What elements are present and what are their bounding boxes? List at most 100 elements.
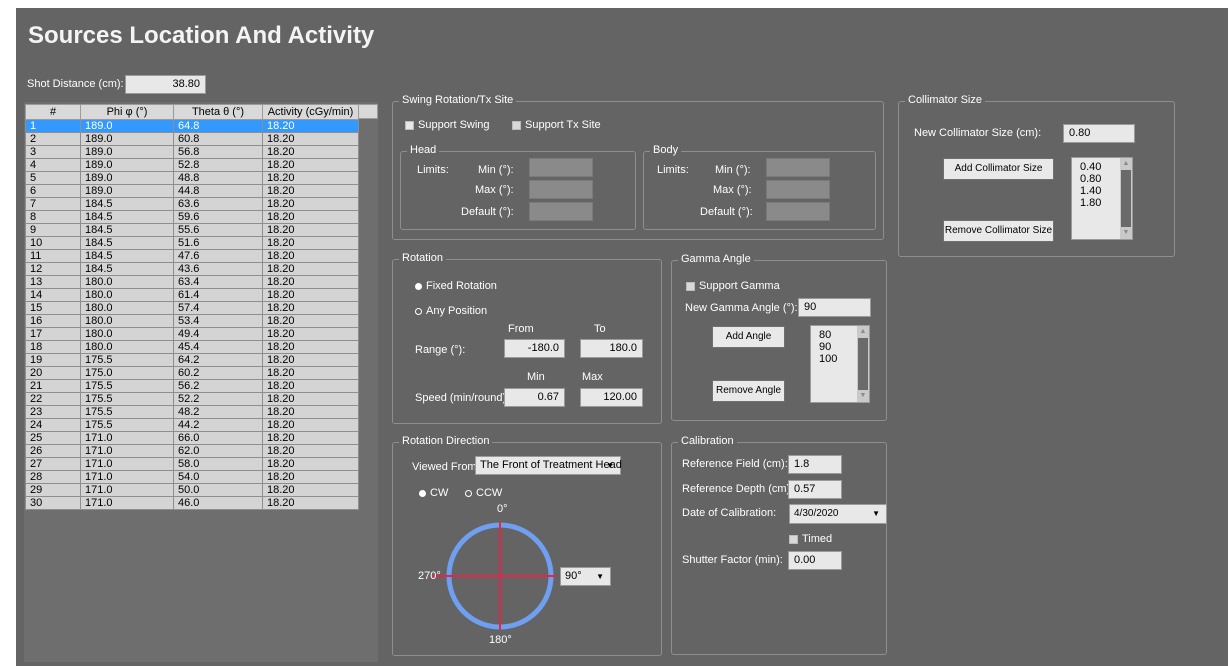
collimator-size-list[interactable]: 0.40 0.80 1.40 1.80 ▲ ▼ bbox=[1071, 157, 1133, 240]
cell-index[interactable]: 15 bbox=[25, 301, 81, 315]
table-row[interactable]: 22 175.5 52.2 18.20 bbox=[25, 392, 359, 406]
cell-theta[interactable]: 50.0 bbox=[173, 483, 263, 497]
cell-index[interactable]: 28 bbox=[25, 470, 81, 484]
cell-activity[interactable]: 18.20 bbox=[262, 379, 359, 393]
cell-activity[interactable]: 18.20 bbox=[262, 496, 359, 510]
cell-phi[interactable]: 175.5 bbox=[80, 392, 174, 406]
cell-index[interactable]: 21 bbox=[25, 379, 81, 393]
cell-theta[interactable]: 58.0 bbox=[173, 457, 263, 471]
scroll-down-icon[interactable]: ▼ bbox=[857, 390, 869, 402]
cell-phi[interactable]: 189.0 bbox=[80, 171, 174, 185]
cell-theta[interactable]: 51.6 bbox=[173, 236, 263, 250]
table-row[interactable]: 30 171.0 46.0 18.20 bbox=[25, 496, 359, 510]
cell-theta[interactable]: 52.8 bbox=[173, 158, 263, 172]
cell-index[interactable]: 1 bbox=[25, 119, 81, 133]
cell-theta[interactable]: 44.2 bbox=[173, 418, 263, 432]
table-row[interactable]: 10 184.5 51.6 18.20 bbox=[25, 236, 359, 250]
cell-theta[interactable]: 59.6 bbox=[173, 210, 263, 224]
cell-activity[interactable]: 18.20 bbox=[262, 210, 359, 224]
cell-phi[interactable]: 175.5 bbox=[80, 353, 174, 367]
cell-theta[interactable]: 62.0 bbox=[173, 444, 263, 458]
cell-phi[interactable]: 184.5 bbox=[80, 223, 174, 237]
cell-activity[interactable]: 18.20 bbox=[262, 457, 359, 471]
cell-phi[interactable]: 184.5 bbox=[80, 210, 174, 224]
reference-field-input[interactable]: 1.8 bbox=[788, 455, 842, 474]
shutter-factor-input[interactable]: 0.00 bbox=[788, 551, 842, 570]
table-row[interactable]: 4 189.0 52.8 18.20 bbox=[25, 158, 359, 172]
cell-activity[interactable]: 18.20 bbox=[262, 392, 359, 406]
cell-index[interactable]: 3 bbox=[25, 145, 81, 159]
cell-theta[interactable]: 48.2 bbox=[173, 405, 263, 419]
cell-index[interactable]: 2 bbox=[25, 132, 81, 146]
scroll-down-icon[interactable]: ▼ bbox=[1120, 227, 1132, 239]
any-position-radio[interactable]: Any Position bbox=[415, 305, 487, 317]
table-row[interactable]: 25 171.0 66.0 18.20 bbox=[25, 431, 359, 445]
cell-index[interactable]: 5 bbox=[25, 171, 81, 185]
cell-phi[interactable]: 171.0 bbox=[80, 483, 174, 497]
cell-activity[interactable]: 18.20 bbox=[262, 327, 359, 341]
cell-theta[interactable]: 66.0 bbox=[173, 431, 263, 445]
cell-activity[interactable]: 18.20 bbox=[262, 223, 359, 237]
body-default-input[interactable] bbox=[766, 202, 830, 221]
cell-index[interactable]: 12 bbox=[25, 262, 81, 276]
range-from-input[interactable]: -180.0 bbox=[504, 339, 565, 358]
cell-activity[interactable]: 18.20 bbox=[262, 470, 359, 484]
head-min-input[interactable] bbox=[529, 158, 593, 177]
cell-index[interactable]: 20 bbox=[25, 366, 81, 380]
scroll-up-icon[interactable]: ▲ bbox=[857, 326, 869, 338]
cell-theta[interactable]: 44.8 bbox=[173, 184, 263, 198]
table-row[interactable]: 6 189.0 44.8 18.20 bbox=[25, 184, 359, 198]
cell-index[interactable]: 23 bbox=[25, 405, 81, 419]
add-collimator-button[interactable]: Add Collimator Size bbox=[943, 158, 1054, 180]
table-row[interactable]: 1 189.0 64.8 18.20 bbox=[25, 119, 359, 133]
cell-index[interactable]: 27 bbox=[25, 457, 81, 471]
cell-activity[interactable]: 18.20 bbox=[262, 353, 359, 367]
cell-activity[interactable]: 18.20 bbox=[262, 444, 359, 458]
cell-index[interactable]: 22 bbox=[25, 392, 81, 406]
cell-theta[interactable]: 64.2 bbox=[173, 353, 263, 367]
gamma-list-scrollbar[interactable]: ▲ ▼ bbox=[857, 326, 869, 402]
cell-theta[interactable]: 52.2 bbox=[173, 392, 263, 406]
support-tx-checkbox[interactable]: Support Tx Site bbox=[512, 119, 601, 131]
cell-activity[interactable]: 18.20 bbox=[262, 275, 359, 289]
cell-phi[interactable]: 184.5 bbox=[80, 197, 174, 211]
table-row[interactable]: 15 180.0 57.4 18.20 bbox=[25, 301, 359, 315]
viewed-from-dropdown[interactable]: The Front of Treatment Head ▼ bbox=[475, 456, 622, 475]
cell-index[interactable]: 10 bbox=[25, 236, 81, 250]
ccw-radio[interactable]: CCW bbox=[465, 487, 502, 499]
table-row[interactable]: 5 189.0 48.8 18.20 bbox=[25, 171, 359, 185]
cell-activity[interactable]: 18.20 bbox=[262, 301, 359, 315]
table-row[interactable]: 11 184.5 47.6 18.20 bbox=[25, 249, 359, 263]
cell-activity[interactable]: 18.20 bbox=[262, 418, 359, 432]
cell-phi[interactable]: 175.5 bbox=[80, 405, 174, 419]
sources-table[interactable]: # Phi φ (°) Theta θ (°) Activity (cGy/mi… bbox=[25, 104, 359, 510]
list-item[interactable]: 1.80 bbox=[1080, 197, 1101, 209]
cell-activity[interactable]: 18.20 bbox=[262, 288, 359, 302]
cell-phi[interactable]: 180.0 bbox=[80, 301, 174, 315]
cell-phi[interactable]: 180.0 bbox=[80, 275, 174, 289]
cell-theta[interactable]: 43.6 bbox=[173, 262, 263, 276]
cell-theta[interactable]: 46.0 bbox=[173, 496, 263, 510]
col-header-index[interactable]: # bbox=[25, 104, 81, 120]
cell-activity[interactable]: 18.20 bbox=[262, 184, 359, 198]
remove-angle-button[interactable]: Remove Angle bbox=[712, 380, 785, 402]
cell-activity[interactable]: 18.20 bbox=[262, 236, 359, 250]
table-row[interactable]: 2 189.0 60.8 18.20 bbox=[25, 132, 359, 146]
table-row[interactable]: 21 175.5 56.2 18.20 bbox=[25, 379, 359, 393]
cell-activity[interactable]: 18.20 bbox=[262, 132, 359, 146]
cell-index[interactable]: 16 bbox=[25, 314, 81, 328]
cell-theta[interactable]: 60.8 bbox=[173, 132, 263, 146]
cell-index[interactable]: 4 bbox=[25, 158, 81, 172]
speed-min-input[interactable]: 0.67 bbox=[504, 388, 565, 407]
shot-distance-input[interactable]: 38.80 bbox=[125, 75, 206, 94]
cell-index[interactable]: 26 bbox=[25, 444, 81, 458]
col-header-phi[interactable]: Phi φ (°) bbox=[80, 104, 174, 120]
list-item[interactable]: 0.40 bbox=[1080, 161, 1101, 173]
cell-index[interactable]: 19 bbox=[25, 353, 81, 367]
cell-phi[interactable]: 189.0 bbox=[80, 145, 174, 159]
cell-activity[interactable]: 18.20 bbox=[262, 405, 359, 419]
table-row[interactable]: 27 171.0 58.0 18.20 bbox=[25, 457, 359, 471]
reference-depth-input[interactable]: 0.57 bbox=[788, 480, 842, 499]
collimator-list-scrollbar[interactable]: ▲ ▼ bbox=[1120, 158, 1132, 239]
cell-phi[interactable]: 171.0 bbox=[80, 457, 174, 471]
